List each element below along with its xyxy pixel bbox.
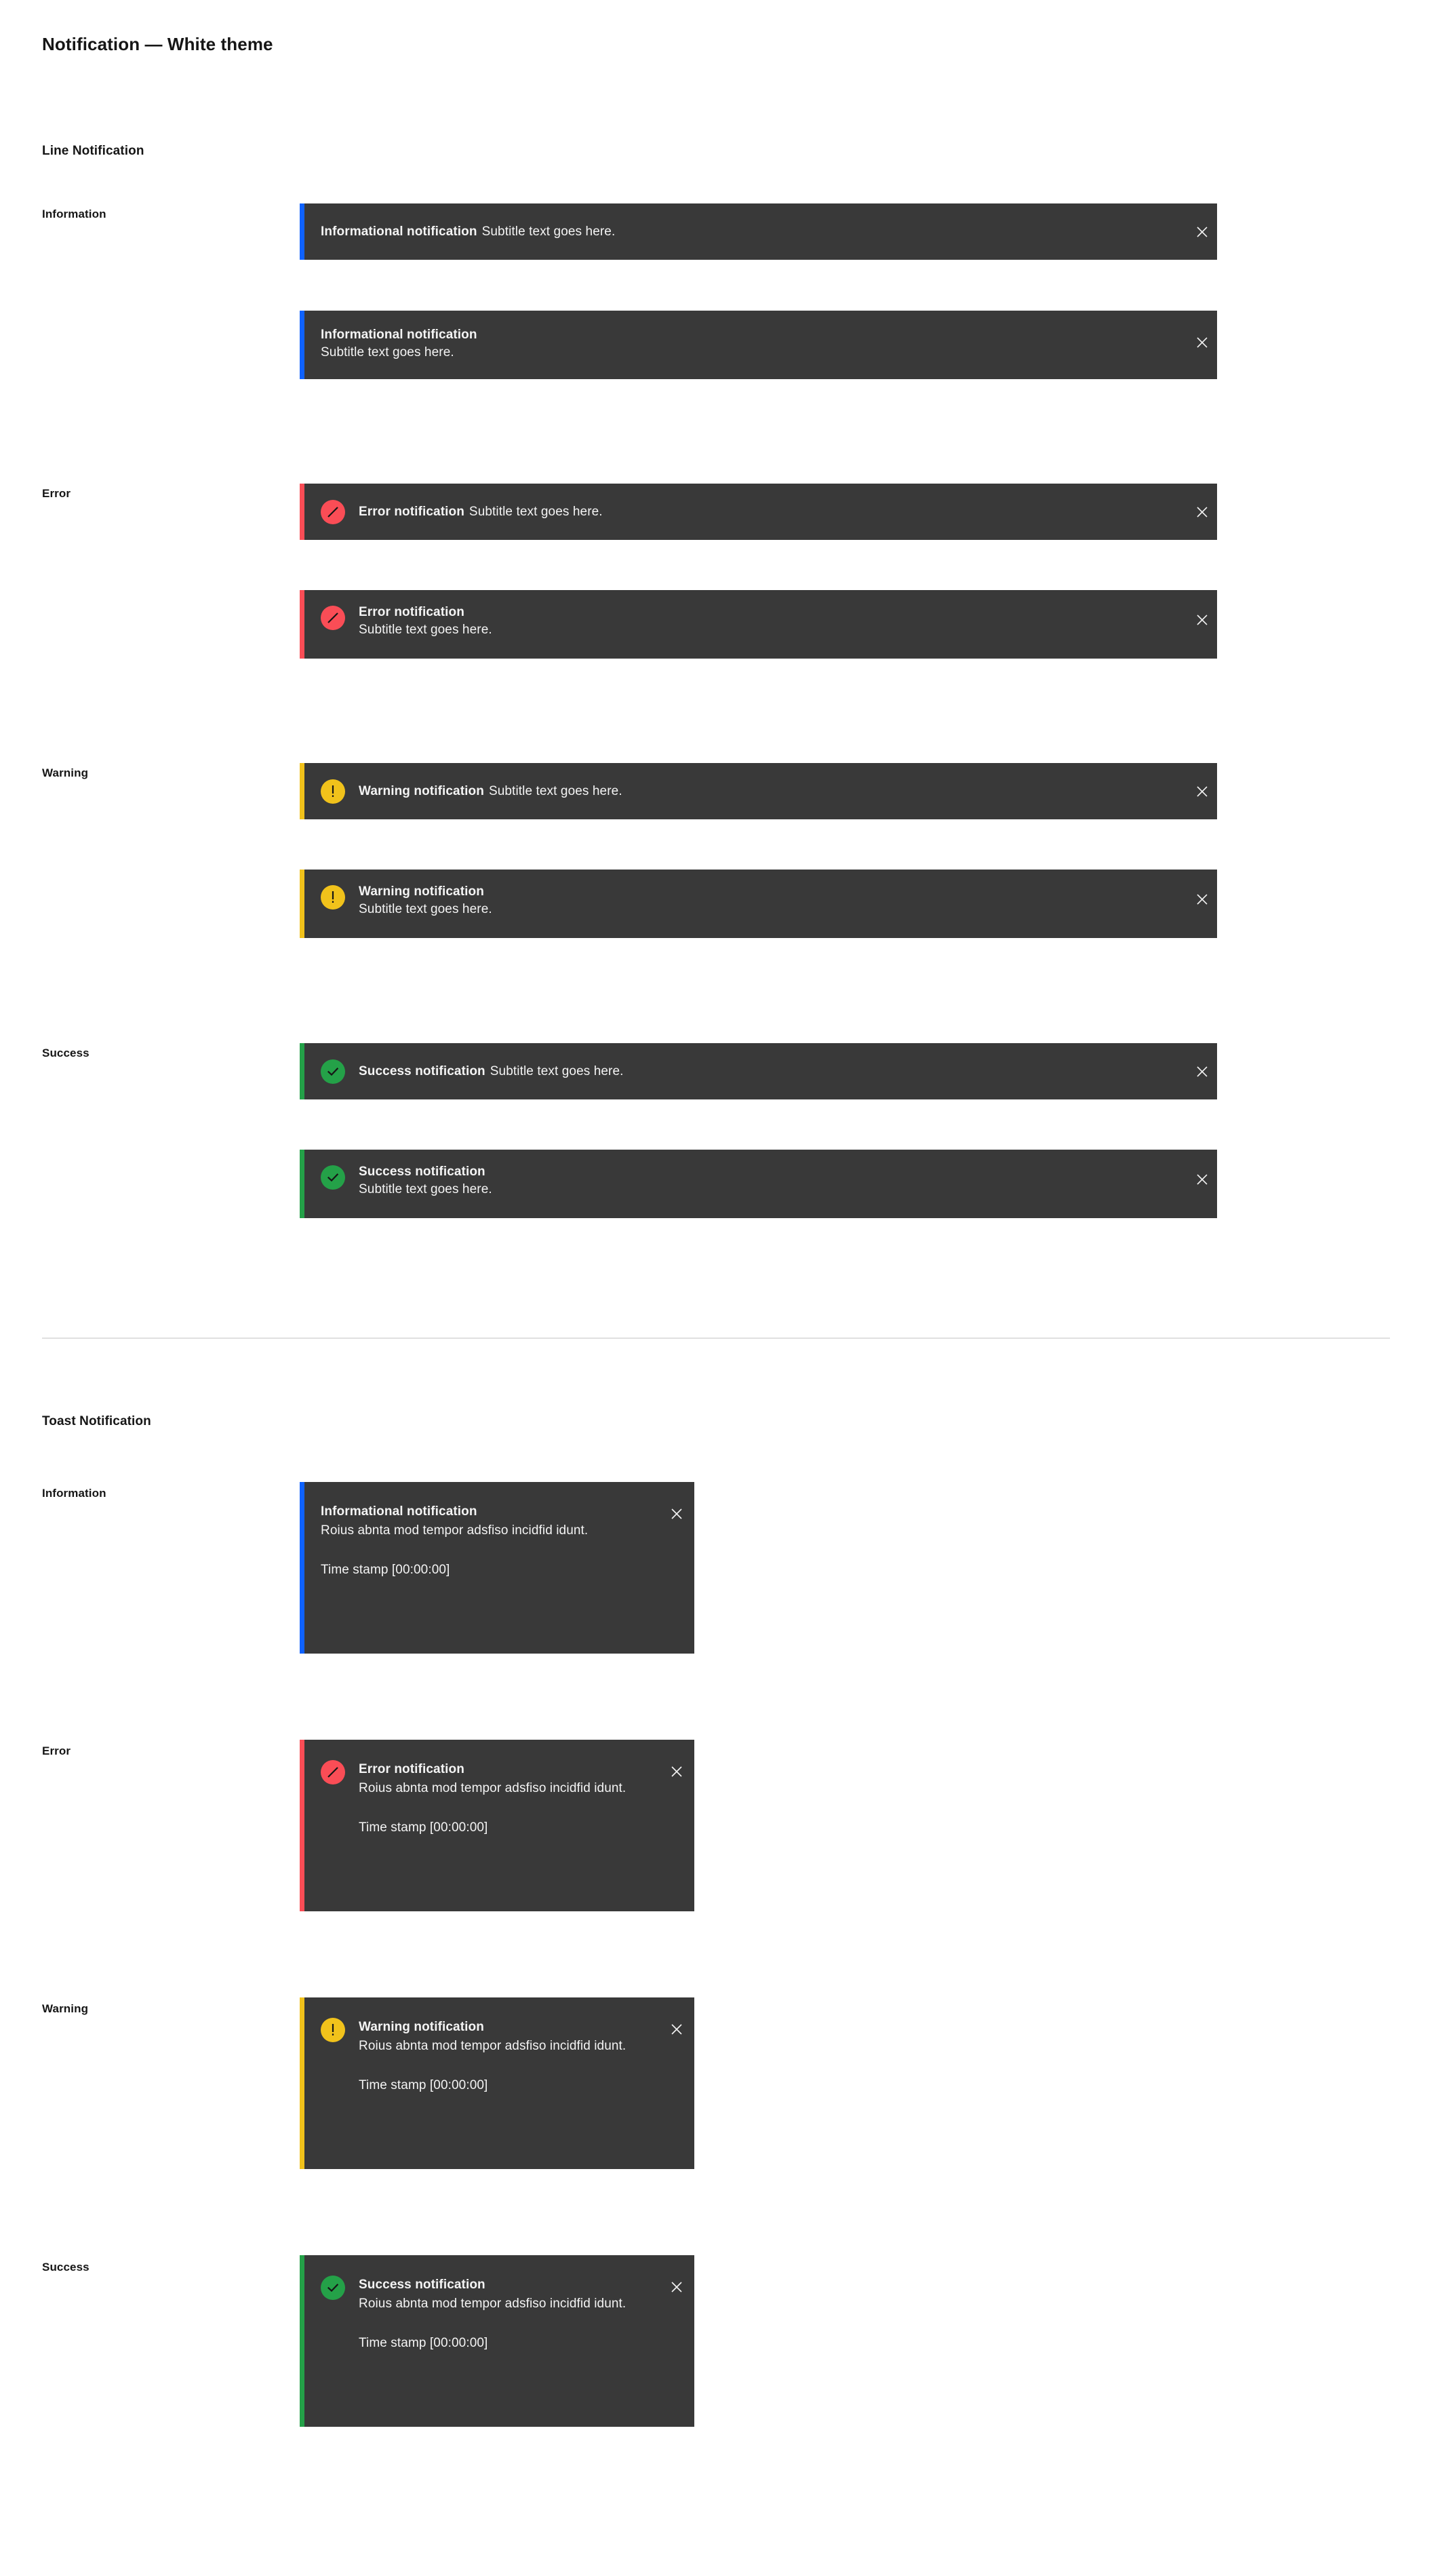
close-button[interactable] xyxy=(1187,328,1217,357)
notification-body: Roius abnta mod tempor adsfiso incidfid … xyxy=(321,1523,589,1538)
toast-notification-info[interactable]: Informational notification Roius abnta m… xyxy=(300,1482,694,1654)
notification-subtitle: Subtitle text goes here. xyxy=(488,783,622,798)
close-icon xyxy=(671,1508,682,1519)
notification-title: Informational notification xyxy=(321,224,477,239)
accent-bar-info xyxy=(300,1482,304,1654)
close-icon xyxy=(1197,506,1208,518)
close-icon xyxy=(1197,1174,1208,1185)
notification-title: Error notification xyxy=(359,1762,464,1776)
notification-timestamp: Time stamp [00:00:00] xyxy=(321,1562,450,1577)
notification-body: Roius abnta mod tempor adsfiso incidfid … xyxy=(359,2038,626,2053)
error-circle-slash-icon xyxy=(321,1760,345,1784)
accent-bar-success xyxy=(300,2255,304,2427)
notification-title: Warning notification xyxy=(359,783,484,798)
notification-title: Success notification xyxy=(359,1063,485,1078)
accent-bar-info xyxy=(300,311,304,379)
notification-subtitle: Subtitle text goes here. xyxy=(359,623,492,637)
close-icon xyxy=(671,1766,682,1777)
close-button[interactable] xyxy=(1187,1165,1217,1194)
notification-timestamp: Time stamp [00:00:00] xyxy=(359,2335,488,2350)
close-button[interactable] xyxy=(662,2272,692,2302)
toast-notification-warning[interactable]: Warning notification Roius abnta mod tem… xyxy=(300,1997,694,2169)
close-button[interactable] xyxy=(662,1757,692,1787)
notification-title: Error notification xyxy=(359,504,464,519)
notification-timestamp: Time stamp [00:00:00] xyxy=(359,2077,488,2092)
accent-bar-error xyxy=(300,590,304,659)
notification-subtitle: Subtitle text goes here. xyxy=(359,902,492,916)
warning-exclamation-icon xyxy=(321,2018,345,2042)
category-label-warning: Warning xyxy=(42,766,89,779)
category-label-information: Information xyxy=(42,1487,106,1500)
close-button[interactable] xyxy=(1187,497,1217,527)
accent-bar-success xyxy=(300,1150,304,1218)
line-notification-info-stacked[interactable]: Informational notification Subtitle text… xyxy=(300,311,1217,379)
close-button[interactable] xyxy=(1187,777,1217,806)
notification-subtitle: Subtitle text goes here. xyxy=(490,1063,624,1078)
category-label-error: Error xyxy=(42,487,71,500)
close-button[interactable] xyxy=(662,1499,692,1529)
warning-exclamation-icon xyxy=(321,779,345,804)
close-icon xyxy=(1197,614,1208,625)
notification-title: Warning notification xyxy=(359,884,484,899)
notification-body: Roius abnta mod tempor adsfiso incidfid … xyxy=(359,1780,626,1795)
line-notification-warning-stacked[interactable]: Warning notification Subtitle text goes … xyxy=(300,870,1217,938)
line-notification-warning-inline[interactable]: Warning notification Subtitle text goes h… xyxy=(300,763,1217,819)
notification-title: Success notification xyxy=(359,2278,485,2292)
close-icon xyxy=(671,2282,682,2292)
notification-title: Warning notification xyxy=(359,2020,484,2034)
warning-exclamation-icon xyxy=(321,885,345,910)
toast-notification-error[interactable]: Error notification Roius abnta mod tempo… xyxy=(300,1740,694,1911)
section-heading-toast-notification: Toast Notification xyxy=(42,1414,151,1428)
close-icon xyxy=(1197,1066,1208,1077)
line-notification-error-inline[interactable]: Error notification Subtitle text goes her… xyxy=(300,484,1217,540)
close-button[interactable] xyxy=(1187,605,1217,635)
accent-bar-warning xyxy=(300,870,304,938)
page-title: Notification — White theme xyxy=(42,34,273,54)
close-icon xyxy=(1197,337,1208,348)
success-checkmark-icon xyxy=(321,1059,345,1084)
notification-subtitle: Subtitle text goes here. xyxy=(469,504,603,519)
line-notification-info-inline[interactable]: Informational notification Subtitle text … xyxy=(300,203,1217,260)
category-label-success: Success xyxy=(42,2261,90,2273)
close-button[interactable] xyxy=(662,2014,692,2044)
accent-bar-success xyxy=(300,1043,304,1099)
notification-title: Success notification xyxy=(359,1165,485,1179)
toast-notification-success[interactable]: Success notification Roius abnta mod tem… xyxy=(300,2255,694,2427)
notification-title: Error notification xyxy=(359,605,464,619)
line-notification-error-stacked[interactable]: Error notification Subtitle text goes he… xyxy=(300,590,1217,659)
accent-bar-error xyxy=(300,1740,304,1911)
line-notification-success-inline[interactable]: Success notification Subtitle text goes h… xyxy=(300,1043,1217,1099)
close-icon xyxy=(1197,785,1208,797)
error-circle-slash-icon xyxy=(321,499,345,524)
accent-bar-error xyxy=(300,484,304,540)
category-label-warning: Warning xyxy=(42,2002,89,2015)
accent-bar-info xyxy=(300,203,304,260)
notification-subtitle: Subtitle text goes here. xyxy=(359,1182,492,1196)
line-notification-success-stacked[interactable]: Success notification Subtitle text goes … xyxy=(300,1150,1217,1218)
notification-body: Roius abnta mod tempor adsfiso incidfid … xyxy=(359,2296,626,2311)
success-checkmark-icon xyxy=(321,1165,345,1190)
close-button[interactable] xyxy=(1187,1057,1217,1087)
close-button[interactable] xyxy=(1187,884,1217,914)
notification-timestamp: Time stamp [00:00:00] xyxy=(359,1820,488,1835)
category-label-success: Success xyxy=(42,1047,90,1059)
error-circle-slash-icon xyxy=(321,606,345,630)
category-label-information: Information xyxy=(42,208,106,220)
section-divider xyxy=(42,1338,1390,1339)
notification-subtitle: Subtitle text goes here. xyxy=(481,224,616,239)
close-icon xyxy=(1197,226,1208,237)
notification-title: Informational notification xyxy=(321,1504,477,1519)
notification-title: Informational notification xyxy=(321,328,477,342)
accent-bar-warning xyxy=(300,1997,304,2169)
close-button[interactable] xyxy=(1187,217,1217,247)
section-heading-line-notification: Line Notification xyxy=(42,144,144,158)
close-icon xyxy=(1197,894,1208,905)
accent-bar-warning xyxy=(300,763,304,819)
close-icon xyxy=(671,2024,682,2035)
category-label-error: Error xyxy=(42,1744,71,1757)
success-checkmark-icon xyxy=(321,2276,345,2300)
notification-subtitle: Subtitle text goes here. xyxy=(321,345,454,359)
